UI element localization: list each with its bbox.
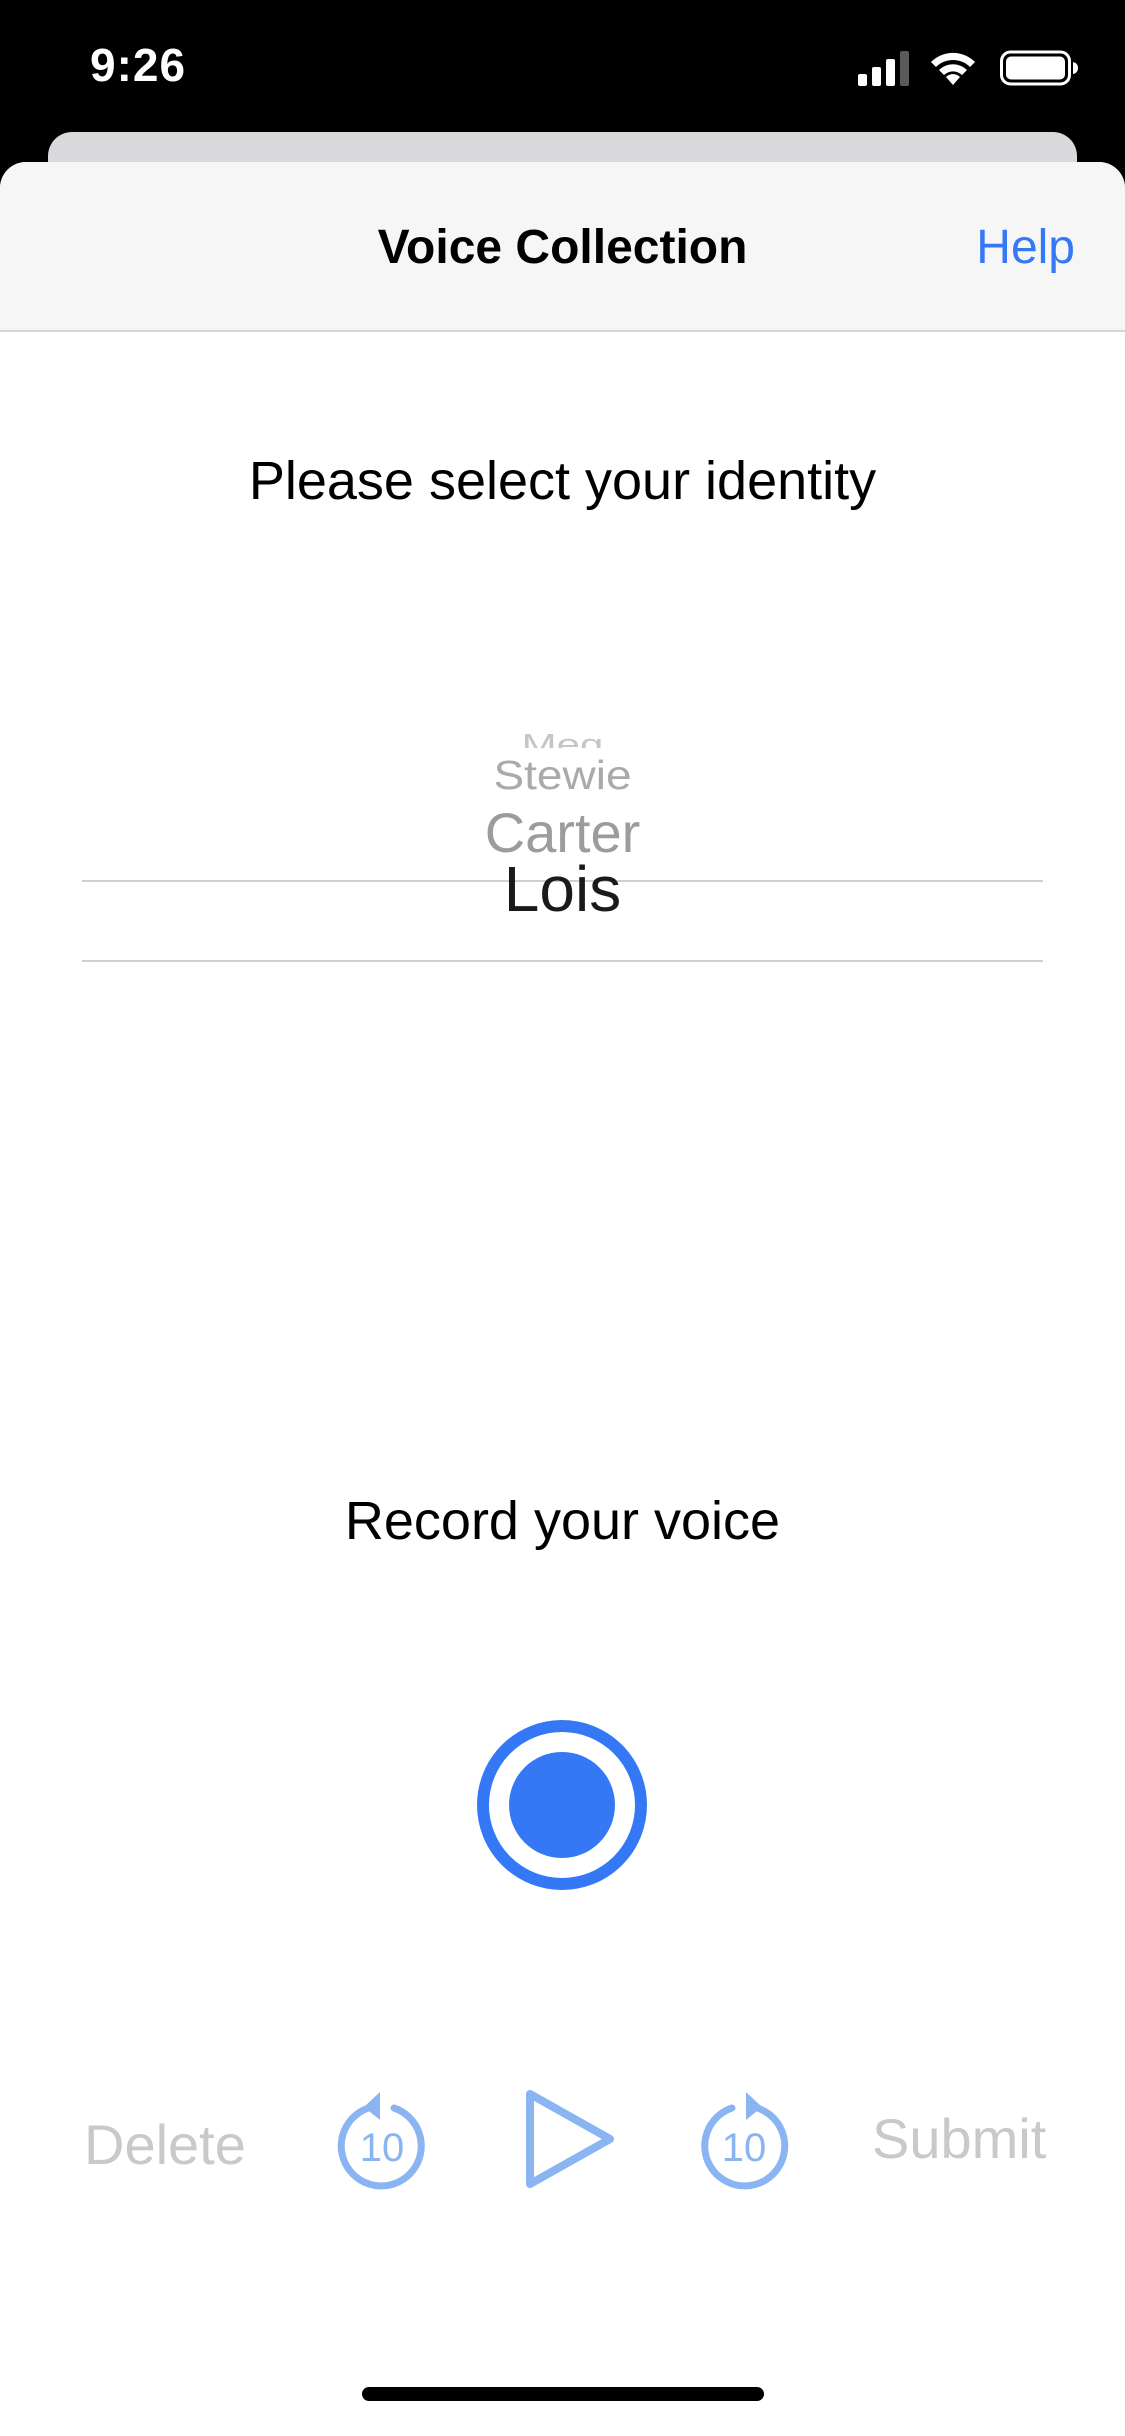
identity-prompt: Please select your identity — [248, 451, 877, 511]
nav-title: Voice Collection — [377, 221, 748, 274]
app-screen: 9:26 Voice Collection Help Please select… — [0, 0, 1125, 2436]
home-indicator — [362, 2387, 764, 2401]
record-button[interactable] — [476, 1719, 648, 1891]
picker-selection-bottom-line — [82, 960, 1043, 962]
modal-sheet: Voice Collection Help Please select your… — [0, 162, 1125, 2436]
forward-10-icon[interactable]: 10 — [694, 2084, 794, 2194]
picker-selected-option[interactable]: Lois — [82, 852, 1043, 926]
forward-10-label: 10 — [722, 2126, 767, 2170]
submit-button[interactable]: Submit — [872, 2106, 1046, 2171]
status-time: 9:26 — [90, 39, 187, 91]
help-button[interactable]: Help — [976, 220, 1075, 275]
record-prompt: Record your voice — [344, 1491, 781, 1551]
rewind-10-icon[interactable]: 10 — [332, 2084, 432, 2194]
rewind-10-label: 10 — [360, 2126, 405, 2170]
picker-option[interactable]: Stewie — [82, 751, 1043, 799]
navigation-bar: Voice Collection Help — [0, 162, 1125, 332]
record-icon — [477, 1720, 647, 1890]
battery-icon — [1000, 50, 1078, 86]
cellular-signal-icon — [858, 51, 909, 86]
identity-picker[interactable]: Meg Stewie Carter Lois — [82, 562, 1043, 982]
picker-option[interactable]: Meg — [82, 730, 1043, 748]
playback-controls: Delete 10 10 Submit — [0, 2062, 1125, 2212]
play-icon[interactable] — [520, 2084, 620, 2194]
wifi-icon — [931, 52, 975, 85]
delete-button[interactable]: Delete — [84, 2112, 246, 2177]
status-bar: 9:26 — [0, 0, 1125, 135]
